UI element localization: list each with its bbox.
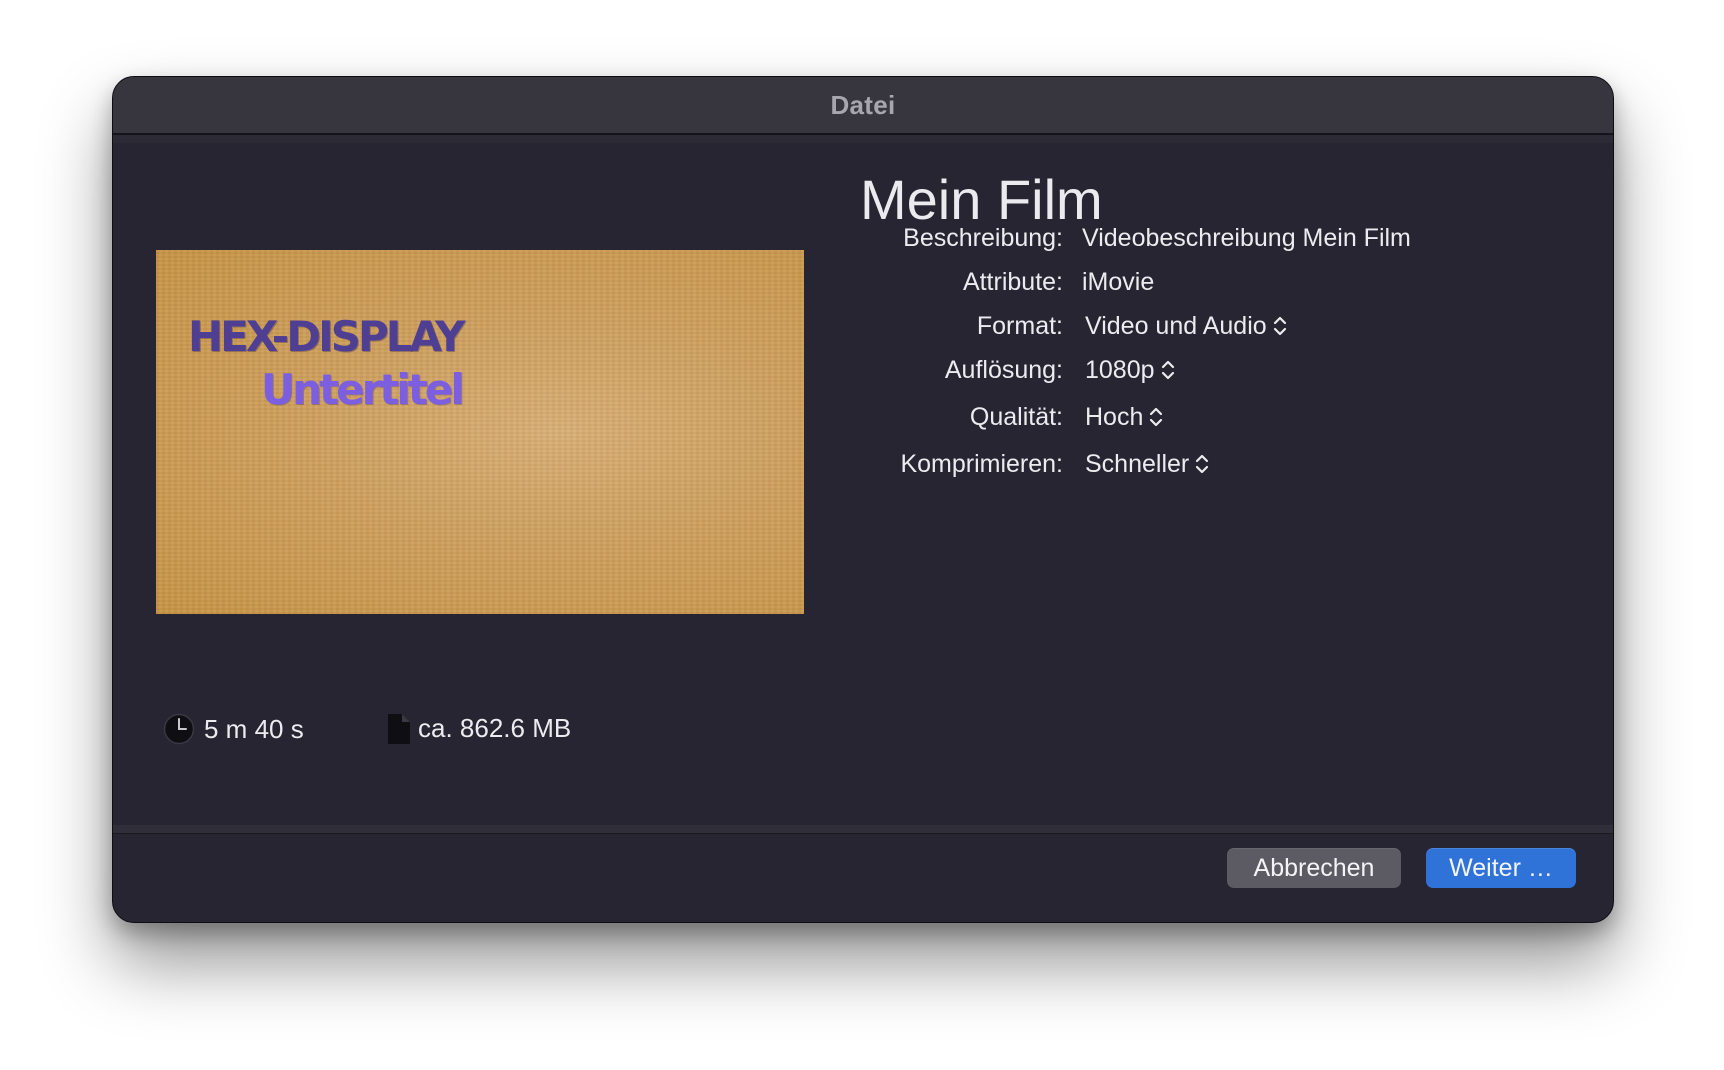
document-icon (388, 713, 410, 744)
duration-text: 5 m 40 s (204, 713, 304, 744)
chevron-up-down-icon (1196, 454, 1209, 474)
resolution-value: 1080p (1085, 355, 1155, 384)
compress-popup[interactable]: Schneller (1085, 450, 1209, 479)
chevron-up-down-icon (1150, 407, 1163, 427)
format-row: Format: Video und Audio (813, 306, 1573, 346)
format-value: Video und Audio (1085, 311, 1267, 340)
format-label: Format: (976, 311, 1063, 340)
description-row: Beschreibung: Videobeschreibung Mein Fil… (813, 218, 1573, 258)
description-field[interactable]: Videobeschreibung Mein Film (1082, 224, 1411, 253)
thumbnail-subtitle-text: Untertitel (261, 365, 465, 414)
compress-label: Komprimieren: (900, 449, 1063, 478)
resolution-popup[interactable]: 1080p (1085, 356, 1175, 385)
compress-row: Komprimieren: Schneller (813, 444, 1573, 484)
attributes-field[interactable]: iMovie (1082, 268, 1154, 297)
top-separator (113, 135, 1613, 143)
format-popup[interactable]: Video und Audio (1085, 312, 1287, 341)
window-title: Datei (830, 89, 896, 120)
attributes-label: Attribute: (962, 267, 1063, 296)
cancel-button[interactable]: Abbrechen (1227, 848, 1401, 888)
quality-popup[interactable]: Hoch (1085, 403, 1163, 432)
description-label: Beschreibung: (903, 223, 1063, 252)
attributes-row: Attribute: iMovie (813, 262, 1573, 302)
next-button[interactable]: Weiter … (1426, 848, 1576, 888)
resolution-row: Auflösung: 1080p (813, 350, 1573, 390)
movie-thumbnail: HEX-DISPLAY Untertitel (156, 250, 804, 614)
quality-row: Qualität: Hoch (813, 397, 1573, 437)
chevron-up-down-icon (1161, 360, 1174, 380)
bottom-separator (113, 825, 1613, 834)
title-bar[interactable]: Datei (113, 77, 1613, 135)
quality-value: Hoch (1085, 402, 1144, 431)
compress-value: Schneller (1085, 449, 1190, 478)
clock-icon (163, 713, 195, 745)
filesize-info: ca. 862.6 MB (388, 713, 571, 744)
filesize-text: ca. 862.6 MB (418, 713, 572, 743)
resolution-label: Auflösung: (944, 355, 1063, 384)
thumbnail-title-text: HEX-DISPLAY (188, 312, 465, 361)
share-file-dialog: Datei HEX-DISPLAY Untertitel Mein Film B… (112, 76, 1614, 923)
chevron-up-down-icon (1273, 316, 1286, 336)
quality-label: Qualität: (969, 402, 1063, 431)
duration-info: 5 m 40 s (163, 713, 304, 745)
